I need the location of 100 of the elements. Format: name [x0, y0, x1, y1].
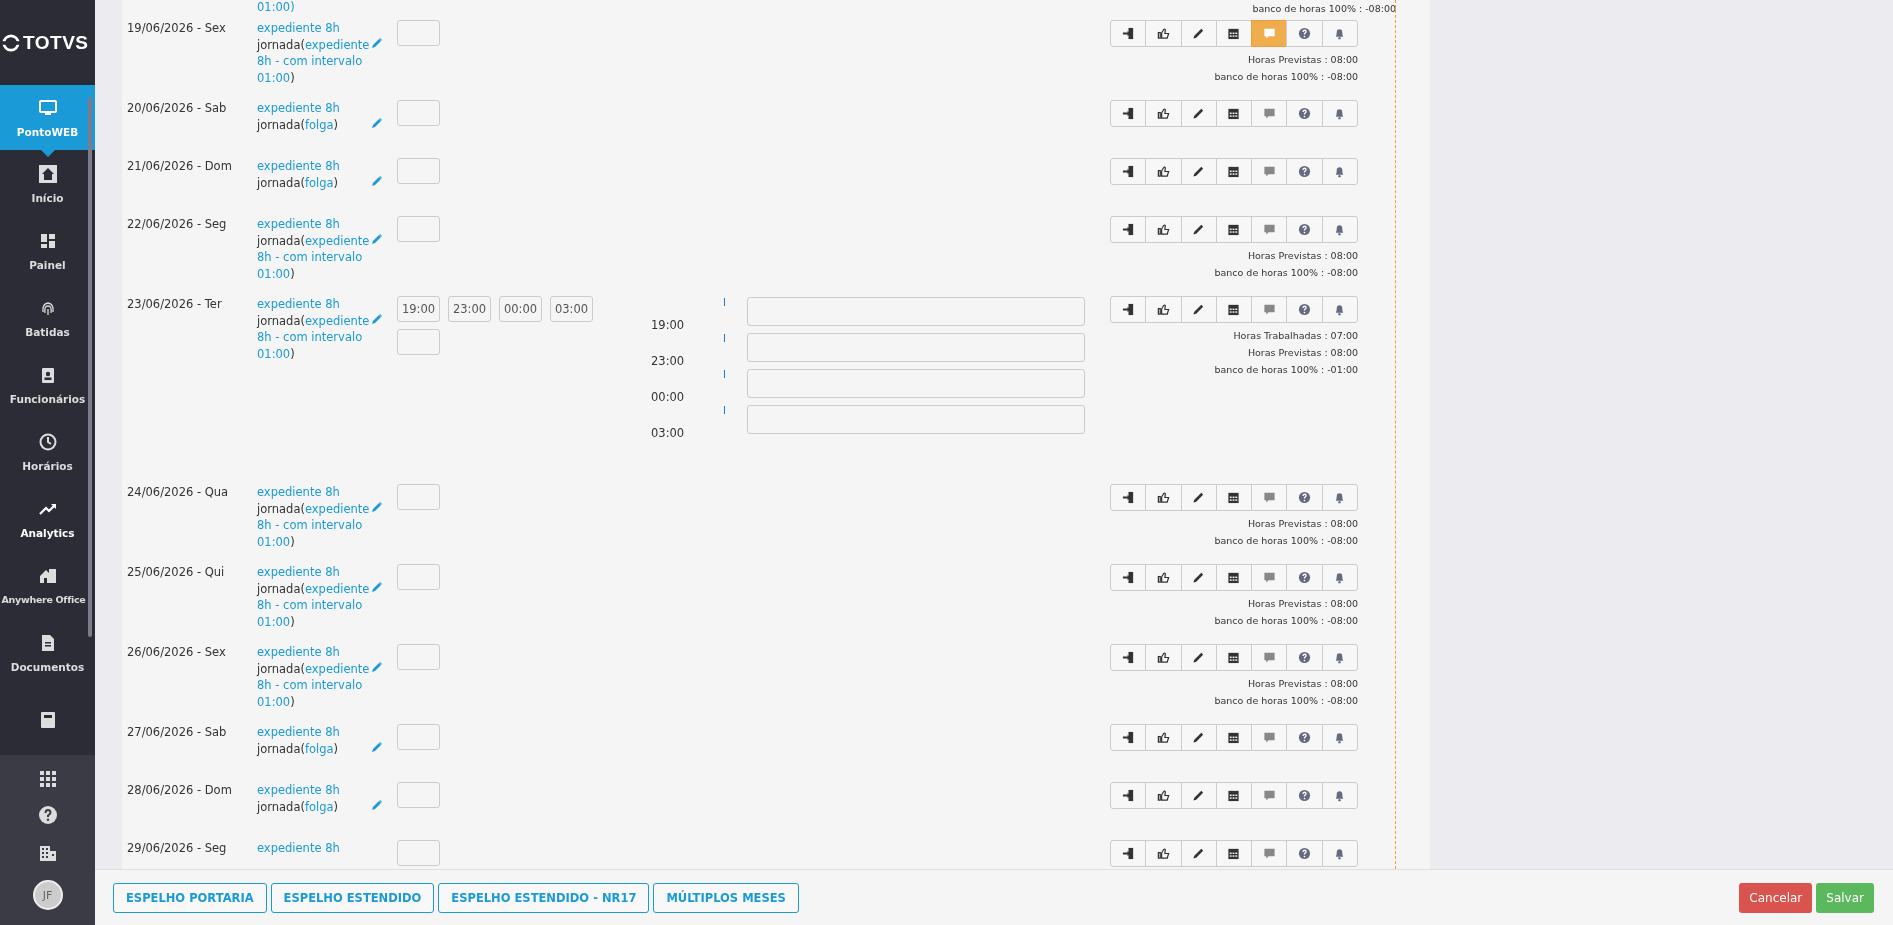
door-enter-button[interactable] [1109, 100, 1147, 127]
door-enter-button[interactable] [1109, 840, 1147, 867]
help-button[interactable] [1286, 724, 1323, 751]
edit-icon[interactable] [371, 175, 383, 187]
edit-icon[interactable] [371, 117, 383, 129]
pencil-button[interactable] [1180, 782, 1217, 809]
save-button[interactable]: Salvar [1816, 882, 1874, 913]
pencil-button[interactable] [1180, 216, 1217, 243]
punch-input-field[interactable] [397, 484, 440, 510]
punch-input-field[interactable] [397, 644, 440, 670]
punch-time-field[interactable]: 00:00 [499, 296, 542, 322]
nav-item[interactable]: Painel [0, 217, 95, 284]
justification-field[interactable] [747, 333, 1085, 362]
pencil-button[interactable] [1180, 840, 1217, 867]
help-button[interactable] [1286, 840, 1323, 867]
thumbs-up-button[interactable] [1145, 724, 1182, 751]
punch-input-field[interactable] [397, 724, 440, 750]
nav-item[interactable]: Batidas [0, 284, 95, 351]
justification-field[interactable] [747, 405, 1085, 434]
bell-button[interactable] [1321, 20, 1358, 47]
punch-input-field[interactable] [397, 20, 440, 46]
punch-input-field[interactable] [397, 100, 440, 126]
edit-icon[interactable] [371, 799, 383, 811]
schedule-link[interactable]: expediente 8h [257, 485, 340, 499]
door-enter-button[interactable] [1109, 296, 1147, 323]
help-button[interactable] [1286, 644, 1323, 671]
punch-input-field[interactable] [397, 840, 440, 866]
punch-time-field[interactable]: 23:00 [448, 296, 491, 322]
user-avatar[interactable]: JF [32, 880, 63, 911]
nav-item[interactable]: Analytics [0, 485, 95, 552]
edit-icon[interactable] [371, 233, 383, 245]
help-button[interactable] [1286, 20, 1323, 47]
schedule-link[interactable]: expediente 8h [257, 297, 340, 311]
door-enter-button[interactable] [1109, 782, 1147, 809]
thumbs-up-button[interactable] [1145, 296, 1182, 323]
edit-icon[interactable] [371, 313, 383, 325]
edit-icon[interactable] [371, 741, 383, 753]
edit-icon[interactable] [371, 581, 383, 593]
pencil-button[interactable] [1180, 484, 1217, 511]
schedule-link[interactable]: expediente 8h [257, 217, 340, 231]
punch-input-field[interactable] [397, 158, 440, 184]
thumbs-up-button[interactable] [1145, 20, 1182, 47]
pencil-button[interactable] [1180, 296, 1217, 323]
door-enter-button[interactable] [1109, 216, 1147, 243]
door-enter-button[interactable] [1109, 484, 1147, 511]
bell-button[interactable] [1321, 296, 1358, 323]
edit-icon[interactable] [371, 501, 383, 513]
help-button[interactable] [1286, 100, 1323, 127]
cancel-button[interactable]: Cancelar [1739, 882, 1813, 913]
pencil-button[interactable] [1180, 564, 1217, 591]
thumbs-up-button[interactable] [1145, 782, 1182, 809]
bell-button[interactable] [1321, 724, 1358, 751]
report-button[interactable]: ESPELHO ESTENDIDO [270, 882, 435, 913]
door-enter-button[interactable] [1109, 724, 1147, 751]
schedule-link[interactable]: expediente 8h [257, 645, 340, 659]
help-button[interactable] [1286, 158, 1323, 185]
help-button[interactable] [1286, 782, 1323, 809]
report-button[interactable]: MÚLTIPLOS MESES [653, 882, 799, 913]
thumbs-up-button[interactable] [1145, 564, 1182, 591]
thumbs-up-button[interactable] [1145, 644, 1182, 671]
schedule-link[interactable]: expediente 8h [257, 159, 340, 173]
help-button[interactable] [1286, 484, 1323, 511]
thumbs-up-button[interactable] [1145, 100, 1182, 127]
punch-input-field[interactable] [397, 564, 440, 590]
justification-field[interactable] [747, 369, 1085, 398]
help-button[interactable] [1286, 216, 1323, 243]
nav-item[interactable]: Início [0, 150, 95, 217]
bell-button[interactable] [1321, 644, 1358, 671]
thumbs-up-button[interactable] [1145, 158, 1182, 185]
help-button[interactable] [1286, 564, 1323, 591]
apps-grid-icon[interactable] [38, 769, 57, 788]
nav-item[interactable]: Horários [0, 418, 95, 485]
door-enter-button[interactable] [1109, 564, 1147, 591]
door-enter-button[interactable] [1109, 644, 1147, 671]
edit-icon[interactable] [371, 37, 383, 49]
bell-button[interactable] [1321, 782, 1358, 809]
justification-field[interactable] [747, 297, 1085, 326]
schedule-link[interactable]: expediente 8h [257, 565, 340, 579]
pencil-button[interactable] [1180, 20, 1217, 47]
bell-button[interactable] [1321, 100, 1358, 127]
pencil-button[interactable] [1180, 100, 1217, 127]
door-enter-button[interactable] [1109, 158, 1147, 185]
scrollbar[interactable] [88, 97, 92, 637]
nav-item[interactable]: Documentos [0, 619, 95, 686]
thumbs-up-button[interactable] [1145, 216, 1182, 243]
thumbs-up-button[interactable] [1145, 484, 1182, 511]
punch-input-field[interactable] [397, 782, 440, 808]
nav-item[interactable]: Anywhere Office [0, 552, 95, 619]
punch-input-field[interactable] [397, 329, 440, 355]
bell-button[interactable] [1321, 484, 1358, 511]
schedule-link[interactable]: expediente 8h [257, 783, 340, 797]
bell-button[interactable] [1321, 840, 1358, 867]
door-enter-button[interactable] [1109, 20, 1147, 47]
schedule-link[interactable]: expediente 8h [257, 841, 340, 855]
schedule-link[interactable]: expediente 8h [257, 725, 340, 739]
help-icon[interactable] [37, 805, 58, 826]
help-button[interactable] [1286, 296, 1323, 323]
punch-time-field[interactable]: 19:00 [397, 296, 440, 322]
pencil-button[interactable] [1180, 644, 1217, 671]
edit-icon[interactable] [371, 661, 383, 673]
